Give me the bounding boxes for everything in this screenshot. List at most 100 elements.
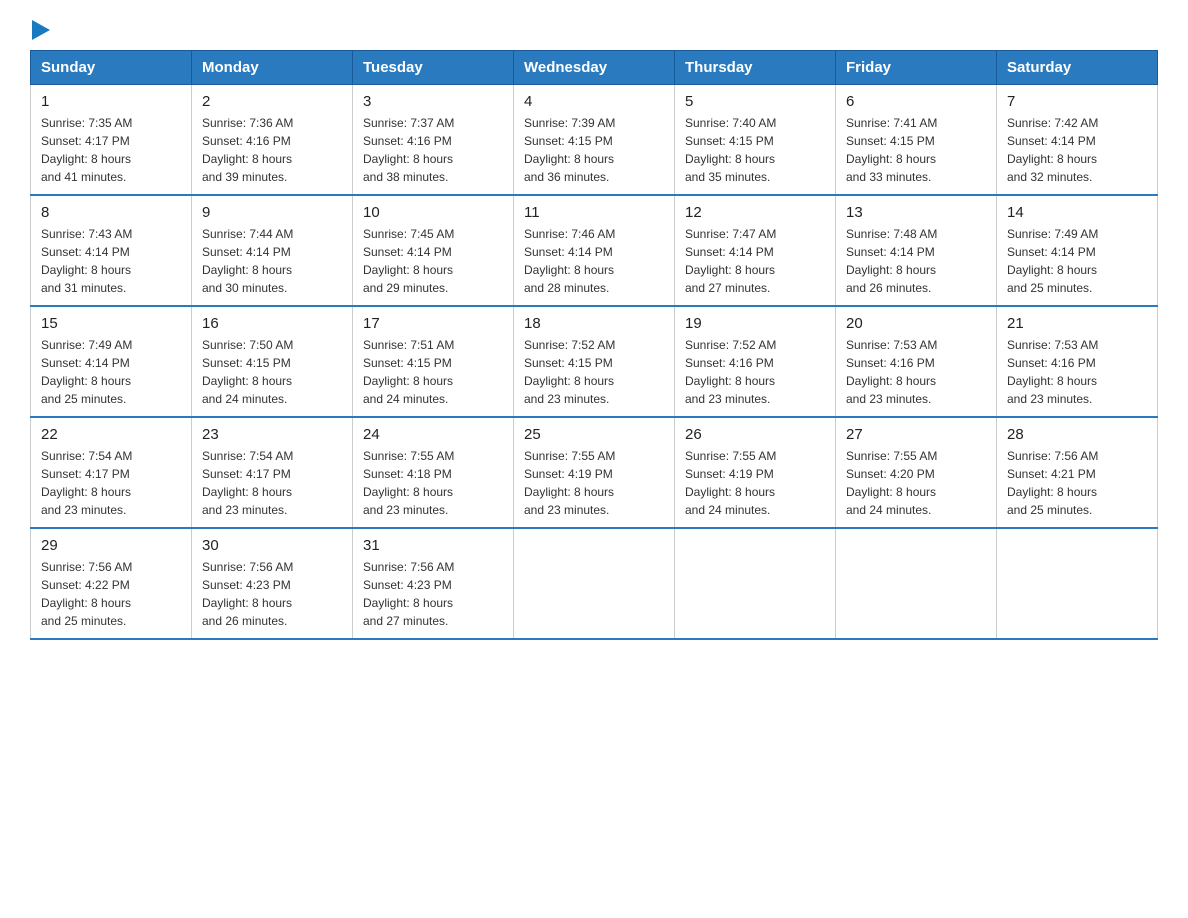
calendar-cell: 6 Sunrise: 7:41 AM Sunset: 4:15 PM Dayli… — [836, 85, 997, 196]
calendar-cell: 7 Sunrise: 7:42 AM Sunset: 4:14 PM Dayli… — [997, 85, 1158, 196]
day-info: Sunrise: 7:37 AM Sunset: 4:16 PM Dayligh… — [363, 114, 503, 186]
calendar-week-row: 15 Sunrise: 7:49 AM Sunset: 4:14 PM Dayl… — [31, 306, 1158, 417]
calendar-cell: 2 Sunrise: 7:36 AM Sunset: 4:16 PM Dayli… — [192, 85, 353, 196]
day-number: 18 — [524, 315, 664, 332]
calendar-cell: 3 Sunrise: 7:37 AM Sunset: 4:16 PM Dayli… — [353, 85, 514, 196]
day-number: 12 — [685, 204, 825, 221]
calendar-cell: 8 Sunrise: 7:43 AM Sunset: 4:14 PM Dayli… — [31, 195, 192, 306]
day-info: Sunrise: 7:43 AM Sunset: 4:14 PM Dayligh… — [41, 225, 181, 297]
day-info: Sunrise: 7:55 AM Sunset: 4:19 PM Dayligh… — [685, 447, 825, 519]
day-number: 14 — [1007, 204, 1147, 221]
day-number: 21 — [1007, 315, 1147, 332]
day-info: Sunrise: 7:35 AM Sunset: 4:17 PM Dayligh… — [41, 114, 181, 186]
day-number: 11 — [524, 204, 664, 221]
calendar-cell: 19 Sunrise: 7:52 AM Sunset: 4:16 PM Dayl… — [675, 306, 836, 417]
day-info: Sunrise: 7:56 AM Sunset: 4:22 PM Dayligh… — [41, 558, 181, 630]
day-number: 30 — [202, 537, 342, 554]
day-info: Sunrise: 7:56 AM Sunset: 4:23 PM Dayligh… — [202, 558, 342, 630]
day-info: Sunrise: 7:53 AM Sunset: 4:16 PM Dayligh… — [846, 336, 986, 408]
day-number: 1 — [41, 93, 181, 110]
calendar-cell: 28 Sunrise: 7:56 AM Sunset: 4:21 PM Dayl… — [997, 417, 1158, 528]
calendar-week-row: 8 Sunrise: 7:43 AM Sunset: 4:14 PM Dayli… — [31, 195, 1158, 306]
weekday-header-sunday: Sunday — [31, 51, 192, 85]
weekday-header-wednesday: Wednesday — [514, 51, 675, 85]
calendar-cell: 10 Sunrise: 7:45 AM Sunset: 4:14 PM Dayl… — [353, 195, 514, 306]
calendar-cell: 23 Sunrise: 7:54 AM Sunset: 4:17 PM Dayl… — [192, 417, 353, 528]
calendar-cell: 5 Sunrise: 7:40 AM Sunset: 4:15 PM Dayli… — [675, 85, 836, 196]
day-info: Sunrise: 7:44 AM Sunset: 4:14 PM Dayligh… — [202, 225, 342, 297]
day-info: Sunrise: 7:48 AM Sunset: 4:14 PM Dayligh… — [846, 225, 986, 297]
calendar-cell: 31 Sunrise: 7:56 AM Sunset: 4:23 PM Dayl… — [353, 528, 514, 639]
day-number: 22 — [41, 426, 181, 443]
day-info: Sunrise: 7:39 AM Sunset: 4:15 PM Dayligh… — [524, 114, 664, 186]
day-info: Sunrise: 7:49 AM Sunset: 4:14 PM Dayligh… — [41, 336, 181, 408]
calendar-cell: 13 Sunrise: 7:48 AM Sunset: 4:14 PM Dayl… — [836, 195, 997, 306]
day-number: 23 — [202, 426, 342, 443]
day-number: 15 — [41, 315, 181, 332]
calendar-cell: 17 Sunrise: 7:51 AM Sunset: 4:15 PM Dayl… — [353, 306, 514, 417]
weekday-header-friday: Friday — [836, 51, 997, 85]
calendar-cell: 1 Sunrise: 7:35 AM Sunset: 4:17 PM Dayli… — [31, 85, 192, 196]
weekday-header-monday: Monday — [192, 51, 353, 85]
calendar-cell: 30 Sunrise: 7:56 AM Sunset: 4:23 PM Dayl… — [192, 528, 353, 639]
day-info: Sunrise: 7:53 AM Sunset: 4:16 PM Dayligh… — [1007, 336, 1147, 408]
calendar-cell — [514, 528, 675, 639]
weekday-header-thursday: Thursday — [675, 51, 836, 85]
calendar-cell: 12 Sunrise: 7:47 AM Sunset: 4:14 PM Dayl… — [675, 195, 836, 306]
calendar-cell: 18 Sunrise: 7:52 AM Sunset: 4:15 PM Dayl… — [514, 306, 675, 417]
logo — [30, 20, 52, 40]
day-number: 16 — [202, 315, 342, 332]
day-number: 3 — [363, 93, 503, 110]
day-number: 9 — [202, 204, 342, 221]
calendar-cell: 4 Sunrise: 7:39 AM Sunset: 4:15 PM Dayli… — [514, 85, 675, 196]
day-number: 5 — [685, 93, 825, 110]
calendar-cell: 24 Sunrise: 7:55 AM Sunset: 4:18 PM Dayl… — [353, 417, 514, 528]
calendar-cell: 27 Sunrise: 7:55 AM Sunset: 4:20 PM Dayl… — [836, 417, 997, 528]
day-info: Sunrise: 7:41 AM Sunset: 4:15 PM Dayligh… — [846, 114, 986, 186]
day-number: 8 — [41, 204, 181, 221]
day-info: Sunrise: 7:40 AM Sunset: 4:15 PM Dayligh… — [685, 114, 825, 186]
day-info: Sunrise: 7:54 AM Sunset: 4:17 PM Dayligh… — [41, 447, 181, 519]
calendar-week-row: 29 Sunrise: 7:56 AM Sunset: 4:22 PM Dayl… — [31, 528, 1158, 639]
page-header — [30, 20, 1158, 40]
day-number: 7 — [1007, 93, 1147, 110]
day-info: Sunrise: 7:55 AM Sunset: 4:20 PM Dayligh… — [846, 447, 986, 519]
weekday-header-tuesday: Tuesday — [353, 51, 514, 85]
day-number: 28 — [1007, 426, 1147, 443]
day-info: Sunrise: 7:50 AM Sunset: 4:15 PM Dayligh… — [202, 336, 342, 408]
day-info: Sunrise: 7:56 AM Sunset: 4:21 PM Dayligh… — [1007, 447, 1147, 519]
calendar-cell: 9 Sunrise: 7:44 AM Sunset: 4:14 PM Dayli… — [192, 195, 353, 306]
calendar-cell: 21 Sunrise: 7:53 AM Sunset: 4:16 PM Dayl… — [997, 306, 1158, 417]
day-info: Sunrise: 7:54 AM Sunset: 4:17 PM Dayligh… — [202, 447, 342, 519]
calendar-cell — [997, 528, 1158, 639]
logo-triangle-icon — [32, 20, 52, 40]
day-info: Sunrise: 7:42 AM Sunset: 4:14 PM Dayligh… — [1007, 114, 1147, 186]
calendar-cell: 22 Sunrise: 7:54 AM Sunset: 4:17 PM Dayl… — [31, 417, 192, 528]
calendar-cell: 25 Sunrise: 7:55 AM Sunset: 4:19 PM Dayl… — [514, 417, 675, 528]
day-info: Sunrise: 7:45 AM Sunset: 4:14 PM Dayligh… — [363, 225, 503, 297]
day-number: 6 — [846, 93, 986, 110]
day-number: 29 — [41, 537, 181, 554]
calendar-table: SundayMondayTuesdayWednesdayThursdayFrid… — [30, 50, 1158, 640]
calendar-week-row: 1 Sunrise: 7:35 AM Sunset: 4:17 PM Dayli… — [31, 85, 1158, 196]
day-info: Sunrise: 7:46 AM Sunset: 4:14 PM Dayligh… — [524, 225, 664, 297]
day-number: 20 — [846, 315, 986, 332]
day-number: 24 — [363, 426, 503, 443]
day-info: Sunrise: 7:56 AM Sunset: 4:23 PM Dayligh… — [363, 558, 503, 630]
day-number: 10 — [363, 204, 503, 221]
calendar-cell: 20 Sunrise: 7:53 AM Sunset: 4:16 PM Dayl… — [836, 306, 997, 417]
day-info: Sunrise: 7:52 AM Sunset: 4:15 PM Dayligh… — [524, 336, 664, 408]
day-number: 13 — [846, 204, 986, 221]
day-number: 31 — [363, 537, 503, 554]
calendar-cell — [675, 528, 836, 639]
calendar-cell: 11 Sunrise: 7:46 AM Sunset: 4:14 PM Dayl… — [514, 195, 675, 306]
day-number: 2 — [202, 93, 342, 110]
calendar-cell — [836, 528, 997, 639]
day-info: Sunrise: 7:49 AM Sunset: 4:14 PM Dayligh… — [1007, 225, 1147, 297]
day-number: 4 — [524, 93, 664, 110]
day-info: Sunrise: 7:36 AM Sunset: 4:16 PM Dayligh… — [202, 114, 342, 186]
weekday-header-saturday: Saturday — [997, 51, 1158, 85]
calendar-header-row: SundayMondayTuesdayWednesdayThursdayFrid… — [31, 51, 1158, 85]
calendar-cell: 29 Sunrise: 7:56 AM Sunset: 4:22 PM Dayl… — [31, 528, 192, 639]
day-info: Sunrise: 7:47 AM Sunset: 4:14 PM Dayligh… — [685, 225, 825, 297]
